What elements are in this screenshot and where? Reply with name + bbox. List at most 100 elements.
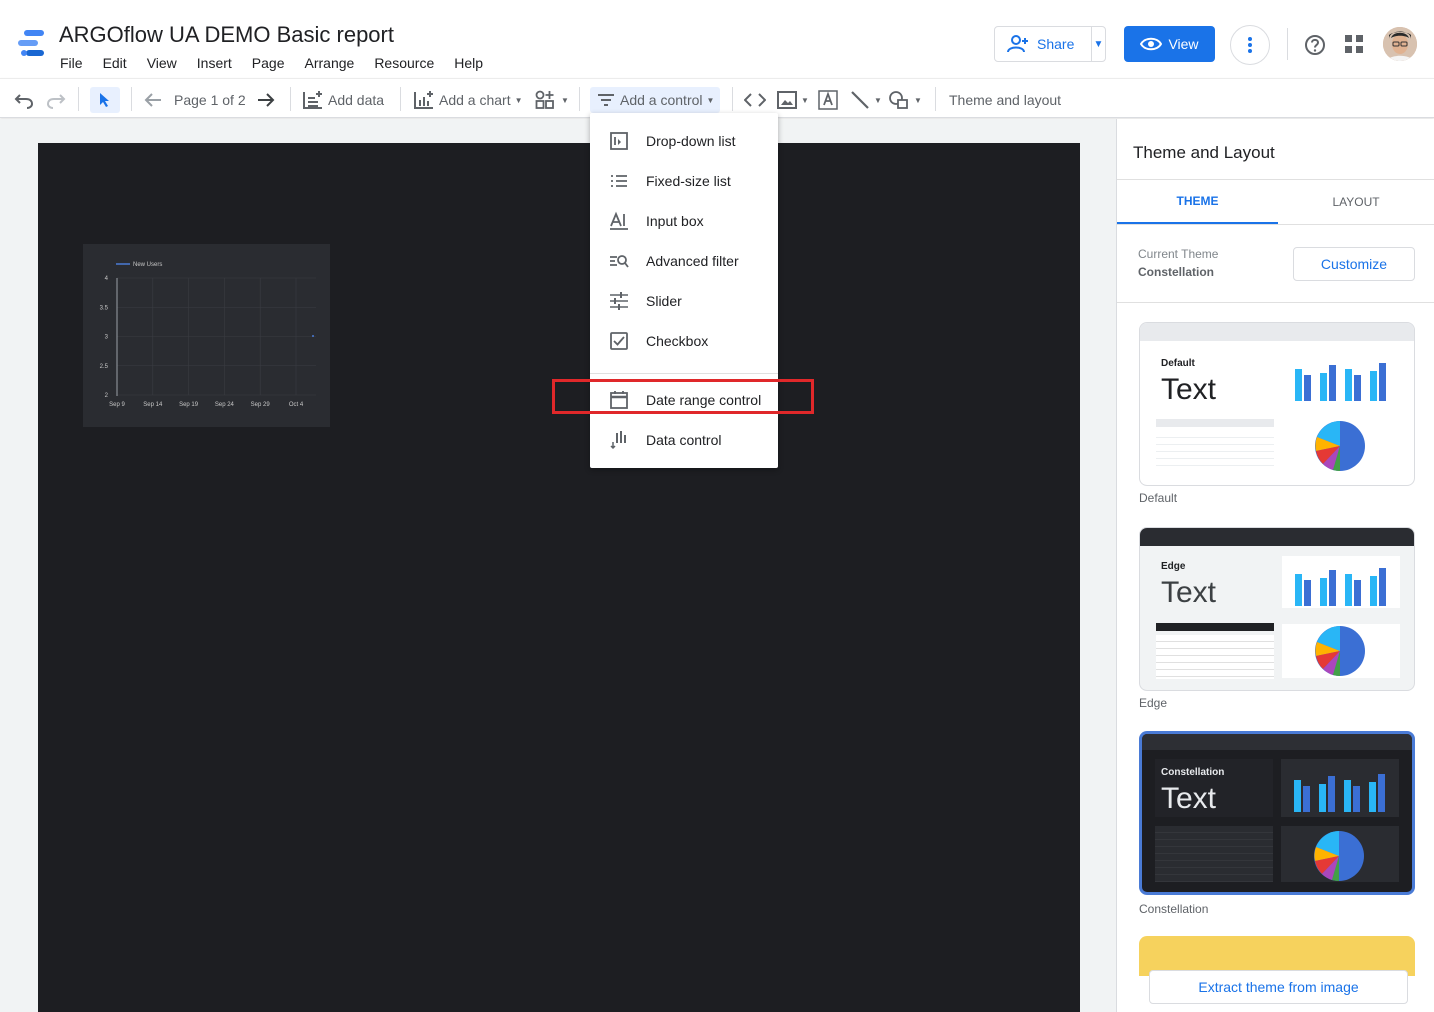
add-chart-button[interactable]: Add a chart ▼ — [413, 87, 523, 113]
menu-item-label: Advanced filter — [646, 253, 739, 269]
menu-item-data-control[interactable]: Data control — [590, 420, 778, 460]
theme-name-constellation: Constellation — [1139, 902, 1209, 916]
toolbar-divider — [131, 87, 132, 111]
menu-divider — [590, 373, 778, 374]
avatar[interactable] — [1383, 27, 1417, 61]
caret-down-icon: ▼ — [914, 95, 922, 105]
menu-item-input-box[interactable]: Input box — [590, 201, 778, 241]
theme-name-default: Default — [1139, 491, 1178, 505]
menu-item-checkbox[interactable]: Checkbox — [590, 321, 778, 361]
image-button[interactable]: ▼ — [777, 87, 809, 113]
dropdown-list-icon — [608, 130, 630, 152]
time-series-chart[interactable]: New Users 4 3.5 3 2.5 2 Sep 9 Sep 14 Sep 19 Sep… — [83, 244, 330, 427]
card-header-bar — [1140, 323, 1414, 341]
add-chart-icon — [414, 91, 433, 109]
y-tick-label: 2 — [105, 393, 109, 399]
card-header-bar — [1140, 528, 1414, 546]
tab-layout[interactable]: LAYOUT — [1278, 180, 1434, 224]
slider-icon — [608, 290, 630, 312]
theme-card-default[interactable]: Default Text — [1139, 322, 1415, 486]
x-axis: Sep 9 Sep 14 Sep 19 Sep 24 Sep 29 Oct 4 — [109, 402, 304, 408]
card-table-rows — [1156, 431, 1274, 467]
undo-button[interactable] — [14, 87, 34, 113]
card-header-bar — [1142, 734, 1412, 750]
menu-item-dropdown-list[interactable]: Drop-down list — [590, 121, 778, 161]
line-button[interactable]: ▼ — [850, 87, 882, 113]
y-tick-label: 4 — [105, 276, 109, 282]
caret-down-icon: ▼ — [514, 95, 523, 105]
menu-item-label: Checkbox — [646, 333, 709, 349]
menu-item-fixed-size-list[interactable]: Fixed-size list — [590, 161, 778, 201]
y-axis: 4 3.5 3 2.5 2 — [100, 276, 109, 399]
redo-button[interactable] — [46, 87, 66, 113]
menu-page[interactable]: Page — [252, 55, 285, 71]
toolbar-divider — [935, 87, 936, 111]
shape-button[interactable]: ▼ — [888, 87, 922, 113]
customize-button[interactable]: Customize — [1293, 247, 1415, 281]
menu-item-label: Data control — [646, 432, 722, 448]
menu-item-label: Fixed-size list — [646, 173, 731, 189]
extract-theme-button[interactable]: Extract theme from image — [1149, 970, 1408, 1004]
card-table-rows — [1155, 826, 1273, 882]
menu-view[interactable]: View — [147, 55, 177, 71]
arrow-back-icon — [144, 93, 161, 107]
chart-svg: New Users 43.532.52 Sep 9 Sep 14 Sep 19 Sep… — [100, 262, 316, 408]
theme-card-constellation[interactable]: Constellation Text — [1139, 731, 1415, 895]
mini-bar-chart-icon — [1295, 363, 1386, 401]
eye-icon — [1140, 37, 1163, 51]
panel-divider — [1117, 224, 1434, 225]
add-data-button[interactable]: Add data — [302, 87, 384, 113]
menu-insert[interactable]: Insert — [197, 55, 232, 71]
header-divider — [1287, 28, 1288, 60]
menu-item-advanced-filter[interactable]: Advanced filter — [590, 241, 778, 281]
looker-studio-logo-icon[interactable] — [16, 28, 46, 58]
list-icon — [608, 170, 630, 192]
view-button[interactable]: View — [1124, 26, 1215, 62]
highlight-annotation — [552, 379, 814, 414]
text-button[interactable] — [818, 87, 838, 113]
help-icon[interactable] — [1304, 34, 1326, 56]
next-page-button[interactable] — [256, 87, 276, 113]
menu-file[interactable]: File — [60, 55, 83, 71]
add-data-label: Add data — [328, 92, 385, 108]
toolbar-divider — [579, 87, 580, 111]
toolbar-divider — [78, 87, 79, 111]
theme-card-edge[interactable]: Edge Text — [1139, 527, 1415, 691]
add-control-button[interactable]: Add a control ▼ — [590, 87, 721, 113]
share-button[interactable]: Share ▼ — [994, 26, 1106, 62]
x-tick-label: Sep 24 — [215, 402, 235, 408]
chart-grid — [116, 277, 316, 396]
more-options-button[interactable] — [1230, 25, 1270, 65]
mini-pie-chart-icon — [1314, 831, 1364, 881]
x-tick-label: Oct 4 — [289, 402, 304, 408]
tab-theme[interactable]: THEME — [1117, 180, 1278, 224]
card-theme-label: Edge — [1161, 561, 1186, 572]
toolbar: Page 1 of 2 Add data Add a chart ▼ ▼ Add… — [0, 78, 1434, 118]
embed-url-button[interactable] — [744, 87, 766, 113]
theme-and-layout-button[interactable]: Theme and layout — [949, 87, 1061, 113]
apps-grid-icon[interactable] — [1345, 35, 1363, 53]
toolbar-divider — [400, 87, 401, 111]
add-person-icon — [1007, 35, 1028, 53]
select-tool-button[interactable] — [90, 87, 120, 113]
x-tick-label: Sep 19 — [179, 402, 199, 408]
menu-resource[interactable]: Resource — [374, 55, 434, 71]
arrow-forward-icon — [258, 93, 275, 107]
current-theme-label: Current Theme — [1138, 247, 1219, 261]
menu-help[interactable]: Help — [454, 55, 483, 71]
previous-page-button[interactable] — [143, 87, 163, 113]
menu-bar: File Edit View Insert Page Arrange Resou… — [60, 55, 503, 71]
community-viz-button[interactable]: ▼ — [535, 87, 569, 113]
x-tick-label: Sep 14 — [143, 402, 163, 408]
card-sample-text: Text — [1161, 782, 1217, 815]
add-components-icon — [535, 90, 554, 109]
x-tick-label: Sep 9 — [109, 402, 125, 408]
report-title[interactable]: ARGOflow UA DEMO Basic report — [59, 22, 394, 48]
share-dropdown-icon[interactable]: ▼ — [1092, 39, 1105, 50]
menu-item-slider[interactable]: Slider — [590, 281, 778, 321]
menu-edit[interactable]: Edit — [103, 55, 127, 71]
menu-arrange[interactable]: Arrange — [305, 55, 355, 71]
card-theme-label: Constellation — [1161, 767, 1225, 778]
view-label: View — [1168, 36, 1199, 52]
caret-down-icon: ▼ — [801, 95, 809, 105]
